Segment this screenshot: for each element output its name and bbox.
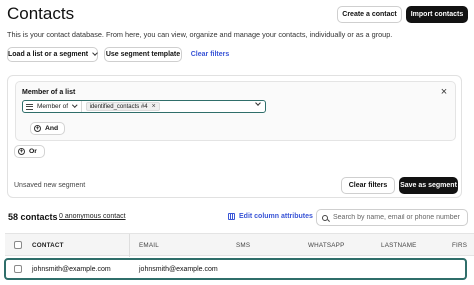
save-as-segment-button[interactable]: Save as segment [399,177,458,194]
operator-select[interactable]: Member of [23,101,82,112]
column-header-contact[interactable]: CONTACT [32,242,64,249]
filter-condition-box: Member of a list × Member of identified_… [15,81,456,141]
search-input[interactable] [333,214,463,221]
list-icon [26,103,33,110]
operator-label: Member of [37,103,69,110]
filter-condition-title: Member of a list [22,89,76,96]
row-email-cell: johnsmith@example.com [139,266,218,273]
page-description: This is your contact database. From here… [7,30,393,39]
table-header: CONTACT EMAIL SMS WHATSAPP LASTNAME FIRS [5,233,474,257]
plus-icon: + [18,148,25,155]
or-button[interactable]: + Or [14,145,45,158]
select-all-checkbox[interactable] [14,241,22,249]
import-contacts-button[interactable]: Import contacts [406,6,468,23]
clear-filters-link[interactable]: Clear filters [188,47,232,62]
column-header-lastname[interactable]: LASTNAME [381,242,417,249]
column-header-email[interactable]: EMAIL [139,242,159,249]
edit-column-attributes-label: Edit column attributes [239,213,313,220]
row-contact-cell[interactable]: johnsmith@example.com [32,266,111,273]
load-list-segment-label: Load a list or a segment [8,51,89,58]
row-checkbox[interactable] [14,265,22,273]
or-label: Or [29,148,37,155]
selected-list-label: identified_contacts #4 [89,103,148,110]
close-icon[interactable]: × [439,87,449,98]
segment-status: Unsaved new segment [14,182,86,189]
load-list-segment-dropdown[interactable]: Load a list or a segment [7,47,98,62]
table-row[interactable]: johnsmith@example.com johnsmith@example.… [4,258,467,280]
contacts-count: 58 contacts [8,212,58,222]
create-contact-button[interactable]: Create a contact [337,6,402,23]
search-box[interactable] [316,209,468,226]
page-title: Contacts [7,4,75,23]
chevron-down-icon [92,50,98,56]
column-header-whatsapp[interactable]: WHATSAPP [308,242,344,249]
column-header-sms[interactable]: SMS [236,242,250,249]
and-label: And [45,125,59,132]
clear-filters-button[interactable]: Clear filters [341,177,395,194]
segment-filter-card: Member of a list × Member of identified_… [7,75,462,198]
column-divider [129,234,130,257]
search-icon [322,214,328,221]
anonymous-contacts-link[interactable]: 0 anonymous contact [59,213,126,220]
use-segment-template-button[interactable]: Use segment template [104,47,182,62]
edit-column-attributes-button[interactable]: Edit column attributes [228,213,313,220]
chevron-down-icon [72,102,78,108]
filter-rule-input[interactable]: Member of identified_contacts #4 × [22,100,266,113]
columns-icon [228,213,235,220]
plus-icon: + [34,125,41,132]
chevron-down-icon[interactable] [255,100,261,106]
column-header-firstname[interactable]: FIRS [452,242,467,249]
and-button[interactable]: + And [30,122,65,135]
selected-list-tag: identified_contacts #4 × [85,102,160,111]
remove-tag-icon[interactable]: × [152,103,156,110]
